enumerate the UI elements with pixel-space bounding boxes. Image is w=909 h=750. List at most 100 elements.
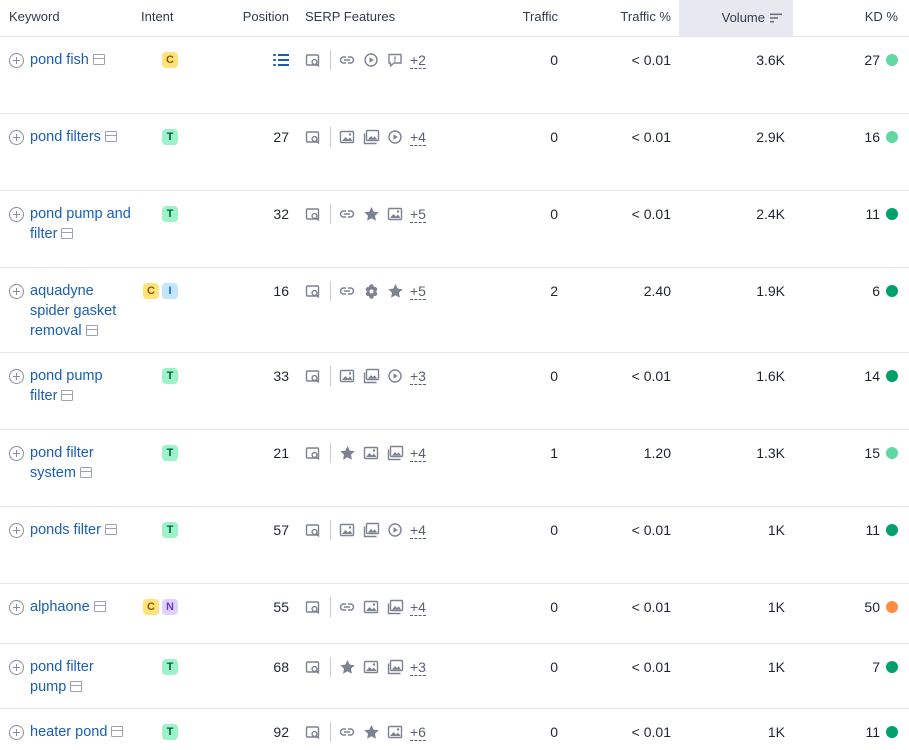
image-pack-icon[interactable]	[304, 658, 322, 676]
video-icon[interactable]	[386, 128, 404, 146]
keyword-link[interactable]: pond filter system	[30, 443, 134, 483]
intent-badge[interactable]: T	[162, 659, 178, 675]
serp-more-link[interactable]: +4	[410, 129, 426, 146]
images-icon[interactable]	[386, 444, 404, 462]
serp-more-link[interactable]: +5	[410, 283, 426, 300]
image-pack-icon[interactable]	[304, 723, 322, 741]
intent-badge[interactable]: C	[143, 599, 159, 615]
keyword-link[interactable]: ponds filter	[30, 520, 117, 540]
star-icon[interactable]	[386, 282, 404, 300]
keyword-link[interactable]: pond fish	[30, 50, 105, 70]
add-to-list-icon[interactable]	[9, 207, 24, 222]
keyword-link[interactable]: pond pump and filter	[30, 204, 134, 244]
add-to-list-icon[interactable]	[9, 660, 24, 675]
intent-badge[interactable]: N	[162, 599, 178, 615]
column-header-serp-features[interactable]: SERP Features	[305, 0, 395, 36]
star-icon[interactable]	[362, 723, 380, 741]
keyword-link[interactable]: pond filters	[30, 127, 117, 147]
image-pack-icon[interactable]	[304, 598, 322, 616]
image-icon[interactable]	[386, 723, 404, 741]
serp-more-link[interactable]: +4	[410, 522, 426, 539]
image-pack-icon[interactable]	[304, 444, 322, 462]
add-to-list-icon[interactable]	[9, 130, 24, 145]
image-pack-icon[interactable]	[304, 521, 322, 539]
add-to-list-icon[interactable]	[9, 446, 24, 461]
images-icon[interactable]	[362, 521, 380, 539]
link-icon[interactable]	[338, 723, 356, 741]
intent-badge[interactable]: T	[162, 724, 178, 740]
featured-list-icon[interactable]	[273, 53, 289, 67]
sort-descending-icon[interactable]	[769, 12, 783, 24]
serp-more-link[interactable]: +4	[410, 445, 426, 462]
add-to-list-icon[interactable]	[9, 284, 24, 299]
serp-more-link[interactable]: +2	[410, 52, 426, 69]
serp-snapshot-icon[interactable]	[70, 681, 83, 692]
image-pack-icon[interactable]	[304, 282, 322, 300]
image-pack-icon[interactable]	[304, 367, 322, 385]
serp-snapshot-icon[interactable]	[104, 524, 117, 535]
serp-more-link[interactable]: +3	[410, 368, 426, 385]
star-icon[interactable]	[362, 205, 380, 223]
serp-snapshot-icon[interactable]	[85, 325, 98, 336]
serp-snapshot-icon[interactable]	[79, 467, 92, 478]
column-header-traffic-percent[interactable]: Traffic %	[580, 0, 671, 36]
column-header-intent[interactable]: Intent	[141, 0, 174, 36]
serp-more-link[interactable]: +6	[410, 724, 426, 741]
intent-badge[interactable]: I	[162, 283, 178, 299]
images-icon[interactable]	[362, 128, 380, 146]
add-to-list-icon[interactable]	[9, 53, 24, 68]
images-icon[interactable]	[362, 367, 380, 385]
serp-snapshot-icon[interactable]	[111, 726, 124, 737]
intent-badge[interactable]: T	[162, 129, 178, 145]
add-to-list-icon[interactable]	[9, 369, 24, 384]
serp-snapshot-icon[interactable]	[61, 390, 74, 401]
faq-icon[interactable]	[386, 51, 404, 69]
column-header-traffic[interactable]: Traffic	[480, 0, 558, 36]
video-icon[interactable]	[386, 521, 404, 539]
serp-more-link[interactable]: +4	[410, 599, 426, 616]
link-icon[interactable]	[338, 282, 356, 300]
keyword-link[interactable]: pond filter pump	[30, 657, 134, 697]
serp-snapshot-icon[interactable]	[93, 601, 106, 612]
intent-badge[interactable]: T	[162, 445, 178, 461]
images-icon[interactable]	[386, 598, 404, 616]
star-icon[interactable]	[338, 658, 356, 676]
keyword-link[interactable]: alphaone	[30, 597, 106, 617]
keyword-link[interactable]: aquadyne spider gasket removal	[30, 281, 134, 341]
column-header-volume[interactable]: Volume	[679, 0, 793, 36]
image-icon[interactable]	[362, 444, 380, 462]
column-header-position[interactable]: Position	[200, 0, 289, 36]
image-pack-icon[interactable]	[304, 205, 322, 223]
intent-badge[interactable]: C	[162, 52, 178, 68]
add-to-list-icon[interactable]	[9, 600, 24, 615]
serp-more-link[interactable]: +3	[410, 659, 426, 676]
serp-snapshot-icon[interactable]	[104, 131, 117, 142]
intent-badge[interactable]: T	[162, 206, 178, 222]
keyword-link[interactable]: pond pump filter	[30, 366, 134, 406]
intent-badge[interactable]: T	[162, 368, 178, 384]
image-icon[interactable]	[362, 658, 380, 676]
link-icon[interactable]	[338, 51, 356, 69]
image-icon[interactable]	[338, 128, 356, 146]
knowledge-icon[interactable]	[362, 282, 380, 300]
link-icon[interactable]	[338, 205, 356, 223]
serp-snapshot-icon[interactable]	[92, 54, 105, 65]
images-icon[interactable]	[386, 658, 404, 676]
star-icon[interactable]	[338, 444, 356, 462]
link-icon[interactable]	[338, 598, 356, 616]
keyword-link[interactable]: heater pond	[30, 722, 124, 742]
image-pack-icon[interactable]	[304, 128, 322, 146]
column-header-kd[interactable]: KD %	[800, 0, 898, 36]
image-icon[interactable]	[338, 521, 356, 539]
image-pack-icon[interactable]	[304, 51, 322, 69]
add-to-list-icon[interactable]	[9, 523, 24, 538]
image-icon[interactable]	[338, 367, 356, 385]
video-icon[interactable]	[386, 367, 404, 385]
image-icon[interactable]	[386, 205, 404, 223]
image-icon[interactable]	[362, 598, 380, 616]
add-to-list-icon[interactable]	[9, 725, 24, 740]
column-header-keyword[interactable]: Keyword	[9, 0, 60, 36]
intent-badge[interactable]: T	[162, 522, 178, 538]
serp-more-link[interactable]: +5	[410, 206, 426, 223]
serp-snapshot-icon[interactable]	[61, 228, 74, 239]
